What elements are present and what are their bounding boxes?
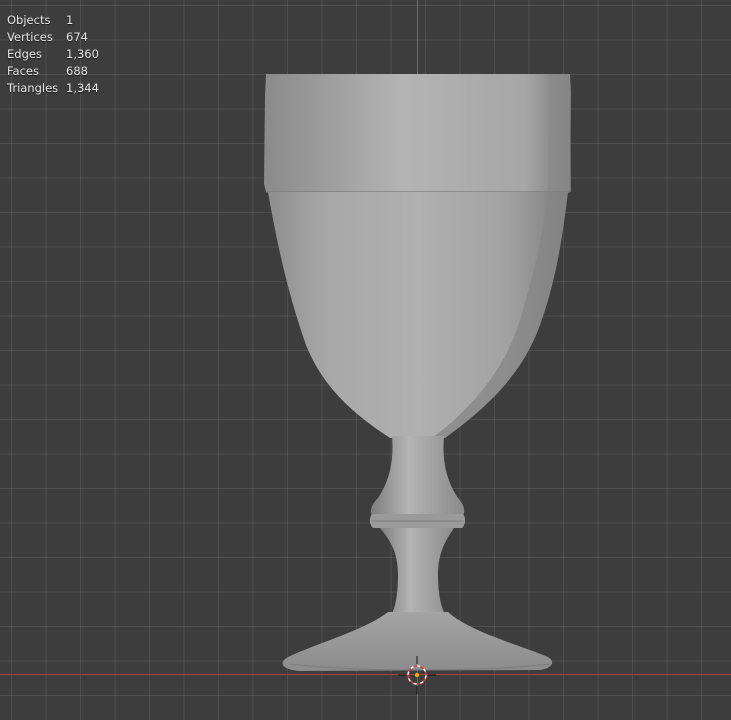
stat-label: Objects bbox=[7, 13, 51, 27]
stat-value: 674 bbox=[66, 30, 88, 44]
stat-label: Triangles bbox=[7, 81, 59, 95]
stat-value: 1,360 bbox=[66, 47, 99, 61]
stat-row-edges: Edges 1,360 bbox=[7, 46, 99, 63]
object-origin-icon bbox=[413, 672, 420, 679]
stat-value: 1 bbox=[66, 13, 74, 27]
stat-row-faces: Faces 688 bbox=[7, 63, 99, 80]
3d-viewport[interactable]: Objects 1 Vertices 674 Edges 1,360 Faces… bbox=[0, 0, 731, 720]
stat-value: 688 bbox=[66, 64, 88, 78]
stat-label: Faces bbox=[7, 64, 39, 78]
stat-value: 1,344 bbox=[66, 81, 99, 95]
stat-row-vertices: Vertices 674 bbox=[7, 29, 99, 46]
stat-label: Vertices bbox=[7, 30, 53, 44]
3d-cursor-icon[interactable] bbox=[0, 0, 731, 720]
stat-row-triangles: Triangles 1,344 bbox=[7, 80, 99, 97]
scene-statistics-overlay: Objects 1 Vertices 674 Edges 1,360 Faces… bbox=[7, 12, 99, 97]
stat-row-objects: Objects 1 bbox=[7, 12, 99, 29]
stat-label: Edges bbox=[7, 47, 42, 61]
